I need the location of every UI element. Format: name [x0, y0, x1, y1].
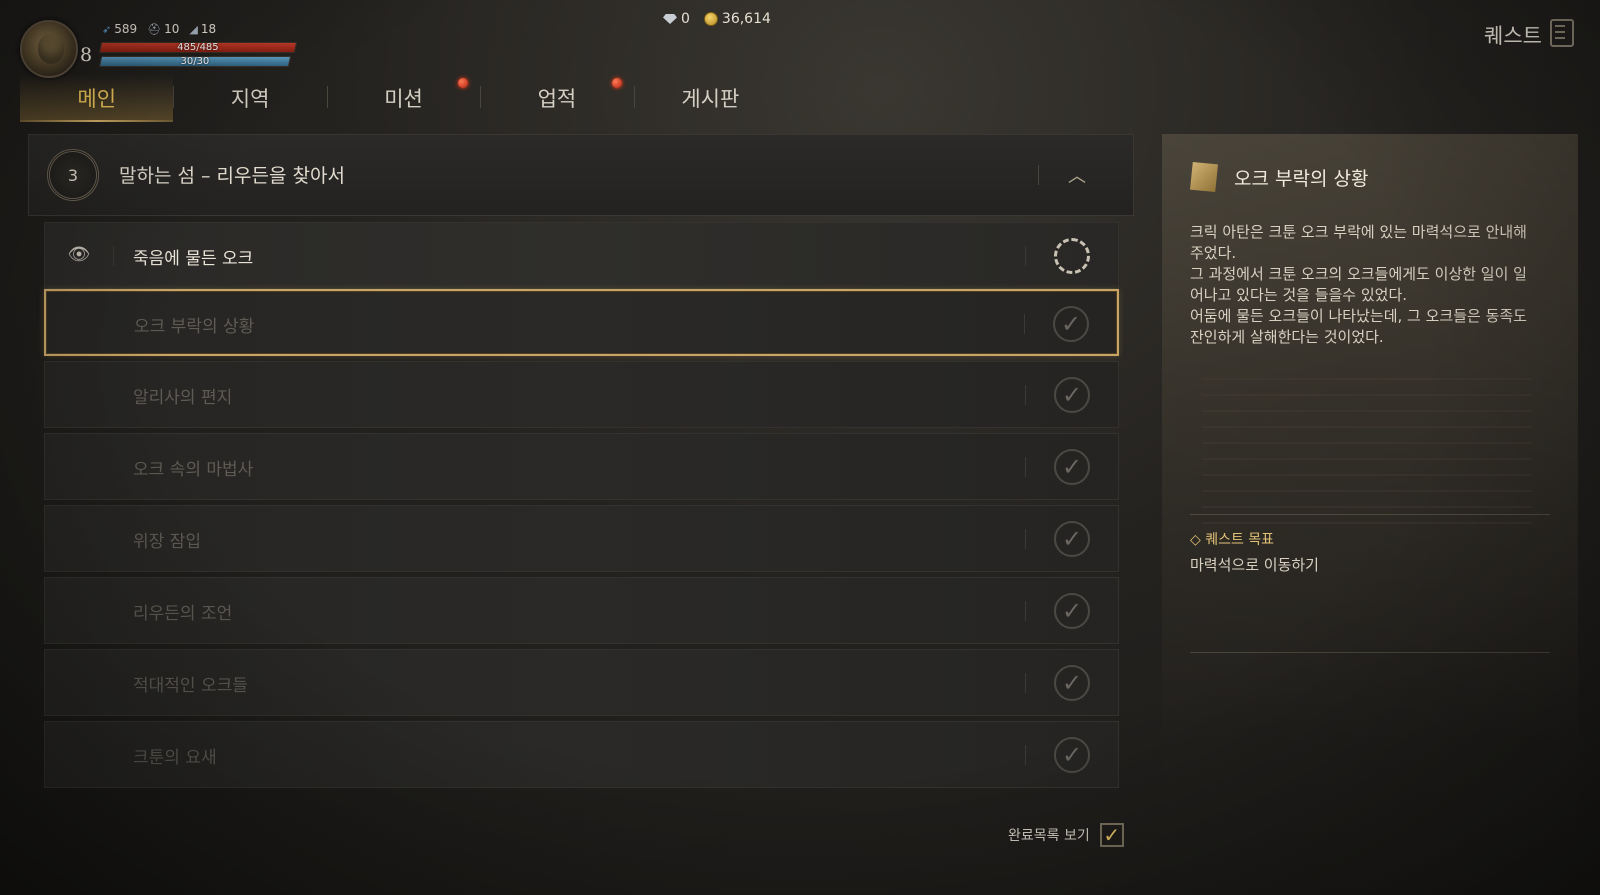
divider: [1025, 673, 1026, 693]
divider: [1025, 529, 1026, 549]
divider: [1024, 314, 1025, 334]
stat-value: 18: [200, 22, 217, 36]
boot-icon: ◢: [189, 22, 198, 36]
quest-row[interactable]: 오크 속의 마법사 ✓: [44, 433, 1119, 500]
notification-dot: [458, 78, 469, 88]
quest-label: 오크 속의 마법사: [133, 460, 254, 480]
gem-icon: [663, 14, 677, 24]
divider: [1038, 165, 1039, 185]
show-completed-label: 완료목록 보기: [1008, 828, 1090, 844]
detail-title: 오크 부락의 상황: [1234, 168, 1369, 190]
divider: [1025, 246, 1026, 266]
window-title: 퀘스트: [1484, 24, 1542, 48]
quest-label: 적대적인 오크들: [133, 676, 248, 696]
check-icon: ✓: [1054, 737, 1090, 773]
mp-text: 30/30: [180, 56, 210, 67]
stat-boot: ◢ 18: [189, 22, 216, 36]
hp-bar: 485/485: [98, 42, 298, 53]
quest-status: ✓: [1054, 665, 1090, 701]
quest-status: ✓: [1054, 449, 1090, 485]
divider: [1025, 385, 1026, 405]
feather-icon: ➶: [102, 22, 112, 36]
tab-label: 미션: [384, 87, 423, 111]
quest-row-tracked[interactable]: 👁 죽음에 물든 오크: [44, 222, 1119, 289]
quest-detail-panel: 오크 부락의 상황 크릭 아탄은 크툰 오크 부락에 있는 마력석으로 안내해 …: [1162, 134, 1578, 894]
quest-status: ✓: [1054, 737, 1090, 773]
tab-label: 지역: [230, 87, 270, 111]
scroll-icon: [1190, 162, 1218, 192]
show-completed-checkbox[interactable]: ✓: [1099, 823, 1124, 847]
mp-bar: 30/30: [98, 56, 292, 67]
quest-book-icon[interactable]: [1550, 19, 1574, 47]
quest-label: 크툰의 요새: [133, 748, 217, 768]
gem-value: 0: [681, 11, 690, 27]
stat-value: 589: [114, 22, 138, 36]
quest-row[interactable]: 크툰의 요새 ✓: [44, 721, 1119, 788]
quest-label: 죽음에 물든 오크: [133, 249, 254, 269]
quest-label: 알리사의 편지: [133, 388, 233, 408]
gold-coin-icon: [703, 12, 718, 26]
check-icon: ✓: [1053, 306, 1089, 342]
quest-row[interactable]: 리우든의 조언 ✓: [44, 577, 1119, 644]
gem-counter: 0: [663, 11, 690, 27]
stat-value: 10: [164, 22, 180, 36]
quest-status: ✓: [1053, 306, 1089, 342]
notification-dot: [611, 78, 622, 88]
quest-status: ✓: [1054, 521, 1090, 557]
show-completed-toggle[interactable]: 완료목록 보기 ✓: [1008, 823, 1124, 847]
chevron-up-icon: ︿: [1068, 166, 1086, 187]
quest-tabs: 메인 지역 미션 업적 게시판: [20, 74, 787, 122]
detail-description: 크릭 아탄은 크툰 오크 부락에 있는 마력석으로 안내해 주었다. 그 과정에…: [1190, 223, 1527, 346]
quest-label: 위장 잠입: [133, 532, 201, 552]
stat-helmet: ⛑ 10: [147, 22, 179, 36]
tab-region[interactable]: 지역: [173, 74, 326, 122]
quest-row[interactable]: 적대적인 오크들 ✓: [44, 649, 1119, 716]
helmet-icon: ⛑: [147, 22, 162, 36]
tab-board[interactable]: 게시판: [633, 74, 787, 122]
quest-row[interactable]: 위장 잠입 ✓: [44, 505, 1119, 572]
collapse-button[interactable]: ︿: [1061, 159, 1093, 191]
quest-status: ✓: [1054, 377, 1090, 413]
tab-label: 메인: [77, 87, 117, 111]
objective-text: 마력석으로 이동하기: [1190, 556, 1319, 574]
eye-icon[interactable]: 👁: [65, 245, 93, 265]
check-icon: ✓: [1054, 377, 1090, 413]
quest-row-selected[interactable]: 오크 부락의 상황 ✓: [44, 289, 1119, 356]
chapter-header[interactable]: 3 말하는 섬 – 리우든을 찾아서 ︿: [28, 134, 1134, 216]
tab-main[interactable]: 메인: [20, 74, 174, 122]
check-icon: ✓: [1054, 593, 1090, 629]
tab-label: 업적: [537, 87, 577, 111]
currency-bar: 0 36,614: [663, 11, 771, 27]
gold-counter: 36,614: [703, 11, 771, 27]
tab-mission[interactable]: 미션: [326, 74, 480, 122]
divider: [1025, 601, 1026, 621]
in-progress-icon: [1054, 238, 1090, 274]
quest-label: 오크 부락의 상황: [134, 317, 255, 337]
check-icon: ✓: [1054, 521, 1090, 557]
divider: [1025, 745, 1026, 765]
player-stats: ➶ 589 ⛑ 10 ◢ 18: [102, 22, 216, 36]
quest-row[interactable]: 알리사의 편지 ✓: [44, 361, 1119, 428]
quest-status: ✓: [1054, 593, 1090, 629]
check-icon: ✓: [1054, 449, 1090, 485]
objective-title: ◇ 퀘스트 목표: [1190, 532, 1275, 548]
chapter-title: 말하는 섬 – 리우든을 찾아서: [119, 165, 345, 187]
chapter-number-badge: 3: [47, 149, 99, 201]
tab-achievement[interactable]: 업적: [480, 74, 633, 122]
gold-value: 36,614: [721, 11, 771, 27]
quest-label: 리우든의 조언: [133, 604, 233, 624]
stat-feather: ➶ 589: [102, 22, 137, 36]
player-level: 8: [80, 44, 93, 66]
divider: [1025, 457, 1026, 477]
hp-text: 485/485: [177, 42, 219, 53]
check-icon: ✓: [1054, 665, 1090, 701]
divider: [1190, 514, 1550, 515]
tab-label: 게시판: [681, 87, 740, 111]
character-portrait[interactable]: [20, 20, 78, 78]
checkmark-icon: ✓: [1103, 823, 1121, 847]
divider: [113, 246, 114, 266]
quest-status: [1054, 238, 1090, 274]
divider: [1190, 652, 1550, 653]
